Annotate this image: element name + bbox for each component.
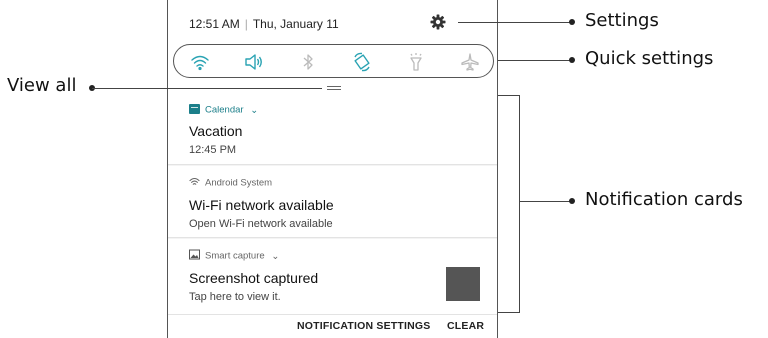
airplane-mode-icon[interactable]: [460, 52, 480, 72]
wifi-icon[interactable]: [190, 52, 210, 72]
notification-card[interactable]: Calendar ⌄ Vacation 12:45 PM: [168, 93, 497, 165]
wifi-icon: [189, 176, 200, 190]
status-clock: 12:51 AM | Thu, January 11: [189, 17, 339, 31]
chevron-down-icon[interactable]: ⌄: [271, 251, 279, 262]
callout-line: [458, 22, 572, 23]
sound-icon[interactable]: [244, 52, 264, 72]
callout-dot: [569, 57, 575, 63]
notification-body: Open Wi-Fi network available: [189, 218, 333, 230]
callout-bracket-top: [498, 95, 520, 96]
view-all-handle[interactable]: [327, 86, 341, 90]
callout-view-all-label: View all: [7, 75, 77, 96]
notification-title: Screenshot captured: [189, 270, 319, 286]
notification-app: Calendar ⌄: [189, 103, 258, 117]
screenshot-thumbnail[interactable]: [446, 267, 480, 301]
flashlight-icon[interactable]: [406, 52, 426, 72]
notification-body: Tap here to view it.: [189, 291, 281, 303]
android-system-app-name: Android System: [205, 177, 273, 189]
callout-dot: [569, 19, 575, 25]
status-bar: 12:51 AM | Thu, January 11: [168, 0, 497, 44]
callout-quick-settings-label: Quick settings: [585, 48, 714, 69]
notification-list: Calendar ⌄ Vacation 12:45 PM Android Sys…: [168, 93, 497, 338]
callout-line: [498, 60, 572, 61]
notification-footer: NOTIFICATION SETTINGS CLEAR: [168, 315, 497, 338]
callout-bracket-bottom: [498, 312, 520, 313]
notification-card[interactable]: Smart capture ⌄ Screenshot captured Tap …: [168, 239, 497, 315]
image-icon: [189, 249, 200, 263]
callout-line: [520, 201, 572, 202]
notification-card[interactable]: Android System Wi-Fi network available O…: [168, 166, 497, 238]
callout-dot: [569, 198, 575, 204]
notification-body: 12:45 PM: [189, 144, 237, 156]
callout-settings-label: Settings: [585, 10, 659, 31]
notification-title: Wi-Fi network available: [189, 197, 334, 213]
notification-panel: 12:51 AM | Thu, January 11 Calendar ⌄ Va…: [167, 0, 498, 338]
clear-button[interactable]: CLEAR: [447, 320, 484, 332]
quick-settings-bar: [173, 44, 494, 78]
calendar-app-name: Calendar: [205, 104, 244, 116]
smart-capture-app-name: Smart capture: [205, 250, 265, 262]
time-text: 12:51 AM: [189, 17, 240, 31]
callout-line: [92, 88, 322, 89]
chevron-down-icon[interactable]: ⌄: [250, 105, 258, 116]
notification-app: Android System: [189, 176, 272, 190]
date-text: Thu, January 11: [252, 17, 339, 31]
notification-settings-button[interactable]: NOTIFICATION SETTINGS: [297, 320, 431, 332]
callout-notification-cards-label: Notification cards: [585, 189, 743, 210]
auto-rotate-icon[interactable]: [352, 52, 372, 72]
bluetooth-icon[interactable]: [298, 52, 318, 72]
notification-app: Smart capture ⌄: [189, 249, 279, 263]
divider: |: [244, 17, 248, 31]
notification-title: Vacation: [189, 123, 243, 139]
calendar-icon: [189, 103, 200, 117]
gear-icon[interactable]: [430, 14, 446, 30]
callout-bracket: [519, 95, 520, 313]
